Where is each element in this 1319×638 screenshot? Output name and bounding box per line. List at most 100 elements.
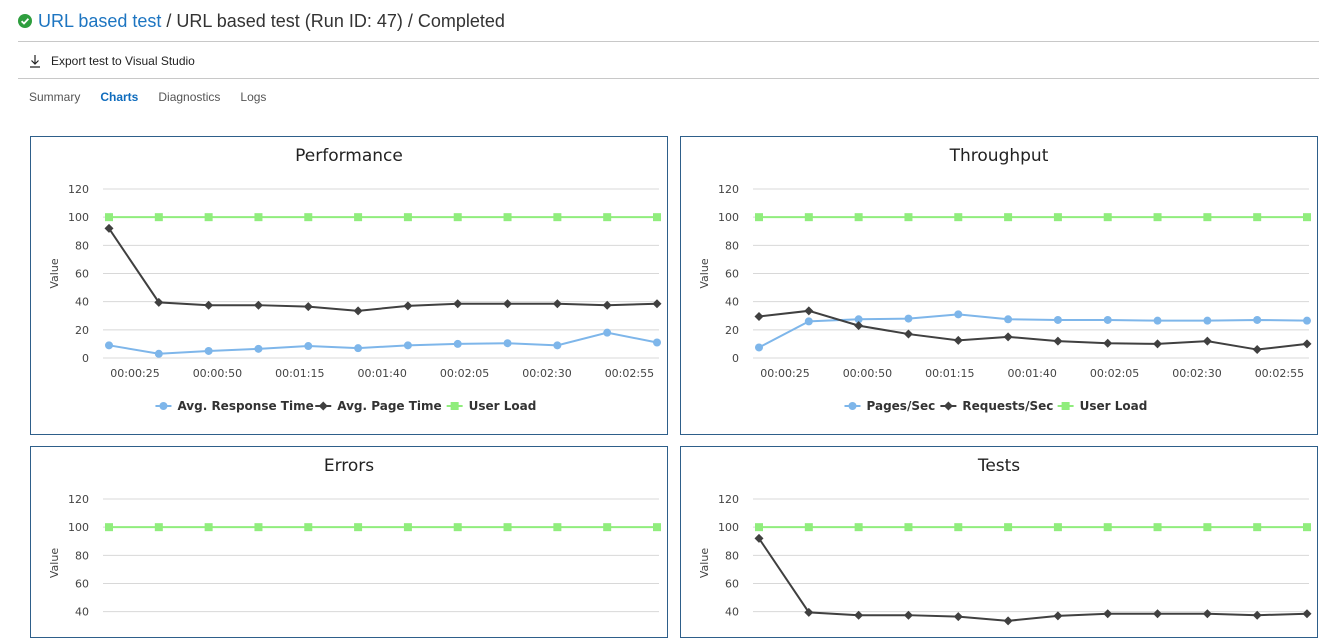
data-point [953, 612, 963, 622]
tab-bar: Summary Charts Diagnostics Logs [29, 88, 286, 106]
data-point [603, 213, 612, 222]
data-point [1203, 213, 1212, 222]
tests-chart-panel: Tests Value 40 60 80 100 120 [680, 446, 1318, 638]
data-point [453, 339, 462, 348]
data-point [1053, 213, 1062, 222]
y-axis-label: Value [698, 548, 711, 578]
data-point [653, 523, 661, 532]
performance-chart: Performance Value 0 20 40 60 80 100 120 00:00:25 0… [48, 146, 662, 413]
x-tick-label: 00:01:40 [357, 367, 406, 380]
tab-charts[interactable]: Charts [100, 88, 138, 106]
data-point [1003, 616, 1013, 626]
y-tick-label: 40 [75, 606, 89, 619]
y-tick-label: 0 [732, 352, 739, 365]
download-icon [30, 55, 40, 68]
data-point [1053, 315, 1062, 324]
data-point [754, 311, 764, 321]
performance-chart-panel: Performance Value 0 20 40 60 80 100 120 00:00:25 0… [30, 136, 668, 435]
data-point [1153, 339, 1163, 349]
x-tick-label: 00:02:55 [1255, 367, 1304, 380]
data-point [354, 213, 363, 222]
data-point [1103, 338, 1113, 348]
legend-item-avg-response-time[interactable]: Avg. Response Time [155, 399, 314, 413]
series-line [108, 227, 658, 312]
data-point [105, 213, 113, 222]
data-point [1253, 315, 1262, 324]
data-point [1103, 523, 1112, 532]
legend-marker [450, 402, 459, 410]
legend-item-user-load[interactable]: User Load [1057, 399, 1148, 413]
data-point [503, 213, 512, 222]
data-point [1053, 336, 1063, 346]
data-point [1153, 523, 1162, 532]
y-tick-label: 120 [718, 493, 739, 506]
legend-item-user-load[interactable]: User Load [446, 399, 537, 413]
chart-title: Throughput [949, 146, 1049, 166]
y-tick-label: 80 [725, 549, 739, 562]
x-tick-label: 00:02:05 [1090, 367, 1139, 380]
data-point [105, 341, 113, 350]
tab-summary[interactable]: Summary [29, 88, 80, 106]
data-point [1103, 609, 1113, 619]
data-point [403, 213, 412, 222]
data-point [954, 310, 963, 319]
y-tick-label: 40 [75, 296, 89, 309]
header-divider [18, 41, 1319, 42]
legend-marker [159, 402, 168, 410]
y-tick-label: 120 [68, 183, 89, 196]
data-point [1303, 523, 1311, 532]
legend-marker [943, 401, 953, 411]
data-point [954, 523, 963, 532]
data-point [755, 343, 763, 352]
chart-legend: Pages/Sec Requests/Sec User Load [844, 399, 1148, 413]
y-axis-label: Value [48, 258, 61, 288]
data-point [1302, 339, 1312, 349]
data-point [1203, 316, 1212, 325]
tab-diagnostics[interactable]: Diagnostics [158, 88, 220, 106]
chart-title: Performance [295, 146, 403, 166]
x-tick-label: 00:02:55 [605, 367, 654, 380]
data-point [1252, 345, 1262, 355]
data-point [1004, 315, 1013, 324]
data-point [1103, 315, 1112, 324]
x-tick-label: 00:02:30 [1172, 367, 1221, 380]
tab-logs[interactable]: Logs [240, 88, 266, 106]
y-tick-label: 40 [725, 606, 739, 619]
x-tick-label: 00:02:30 [522, 367, 571, 380]
y-tick-label: 20 [725, 324, 739, 337]
legend-label: User Load [469, 399, 537, 413]
data-point [453, 299, 463, 309]
data-point [154, 213, 163, 222]
data-point [403, 301, 413, 311]
data-point [354, 344, 363, 353]
legend-label: Pages/Sec [867, 399, 936, 413]
legend-item-avg-page-time[interactable]: Avg. Page Time [315, 399, 442, 413]
data-point [854, 523, 863, 532]
data-point [1103, 213, 1112, 222]
data-point [653, 338, 661, 347]
data-point [154, 349, 163, 358]
data-point [1202, 336, 1212, 346]
data-point [254, 344, 263, 353]
data-point [903, 329, 913, 339]
data-point [904, 213, 913, 222]
x-tick-label: 00:00:25 [110, 367, 159, 380]
legend-item-requests-sec[interactable]: Requests/Sec [940, 399, 1053, 413]
y-tick-label: 60 [75, 578, 89, 591]
x-tick-label: 00:00:50 [193, 367, 242, 380]
legend-item-pages-sec[interactable]: Pages/Sec [844, 399, 936, 413]
series-user-load [105, 213, 661, 222]
data-point [804, 523, 813, 532]
data-point [503, 339, 512, 348]
y-tick-label: 120 [718, 183, 739, 196]
test-name-link[interactable]: URL based test [38, 11, 161, 32]
series-line [758, 537, 1308, 622]
data-point [553, 523, 562, 532]
data-point [304, 523, 313, 532]
y-axis-label: Value [698, 258, 711, 288]
y-axis-label: Value [48, 548, 61, 578]
y-tick-label: 60 [725, 268, 739, 281]
data-point [403, 341, 412, 350]
data-point [603, 523, 612, 532]
export-button[interactable]: Export test to Visual Studio [28, 50, 195, 72]
